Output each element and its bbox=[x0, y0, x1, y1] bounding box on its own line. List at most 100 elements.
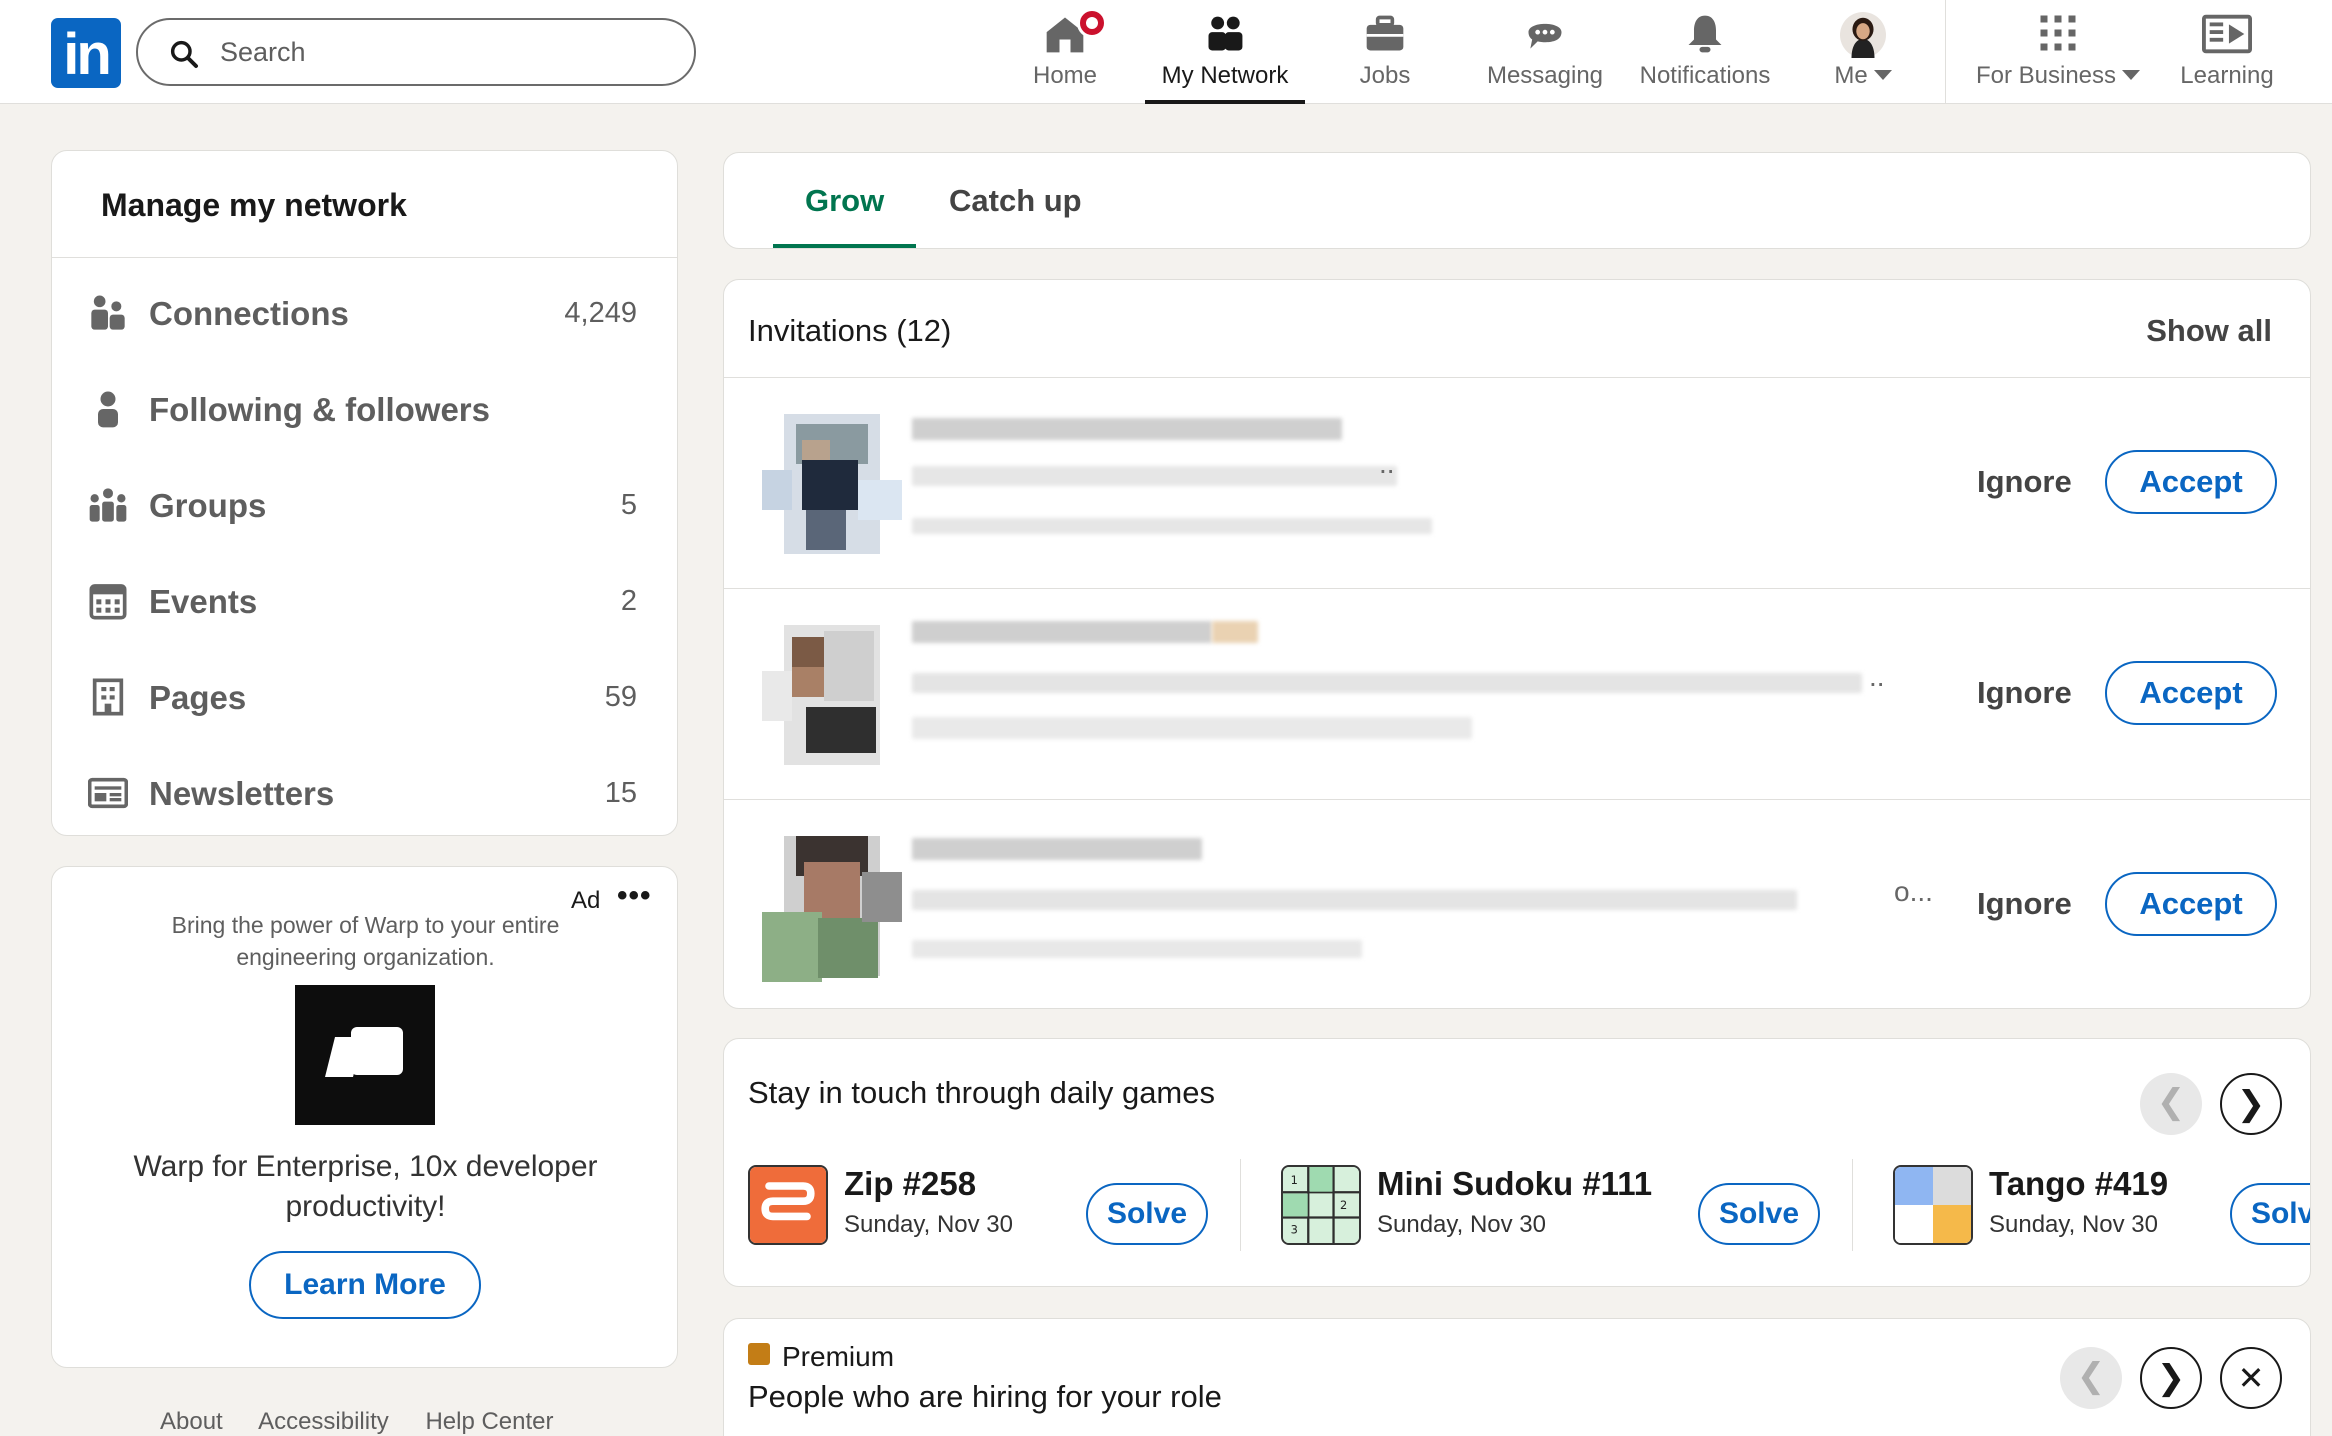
warp-logo-icon[interactable] bbox=[295, 985, 435, 1125]
footer-link-help-center[interactable]: Help Center bbox=[425, 1408, 553, 1435]
more-options-icon[interactable]: ••• bbox=[617, 879, 652, 913]
footer-link-about[interactable]: About bbox=[160, 1408, 223, 1435]
avatar[interactable] bbox=[762, 400, 902, 565]
briefcase-icon bbox=[1366, 15, 1404, 51]
manage-item-newsletters[interactable]: Newsletters 15 bbox=[52, 745, 677, 841]
daily-games-card: Stay in touch through daily games ❮ ❯ Zi… bbox=[723, 1038, 2311, 1287]
nav-my-network-label: My Network bbox=[1161, 62, 1289, 89]
carousel-next-button[interactable]: ❯ bbox=[2220, 1073, 2282, 1135]
manage-item-following[interactable]: Following & followers bbox=[52, 361, 677, 457]
game-tango[interactable]: Tango #419 Sunday, Nov 30 bbox=[1893, 1165, 2193, 1247]
accept-button[interactable]: Accept bbox=[2105, 872, 2277, 936]
solve-button[interactable]: Solve bbox=[1698, 1183, 1820, 1245]
nav-notifications[interactable]: Notifications bbox=[1630, 0, 1780, 104]
manage-item-label: Newsletters bbox=[149, 775, 335, 812]
carousel-prev-button[interactable]: ❮ bbox=[2140, 1073, 2202, 1135]
nav-me[interactable]: Me bbox=[1825, 0, 1901, 104]
newsletter-icon bbox=[88, 777, 128, 809]
notification-badge bbox=[1077, 8, 1107, 38]
invitee-name[interactable] bbox=[912, 621, 1212, 643]
invitee-headline bbox=[912, 890, 1797, 910]
avatar bbox=[1840, 12, 1886, 58]
manage-item-count: 5 bbox=[620, 489, 637, 521]
game-mini-sudoku[interactable]: 1 2 3 Mini Sudoku #111 Sunday, Nov 30 bbox=[1281, 1165, 1652, 1247]
ad-headline[interactable]: Warp for Enterprise, 10x developer produ… bbox=[92, 1147, 639, 1227]
ignore-button[interactable]: Ignore bbox=[1977, 675, 2072, 711]
divider bbox=[1852, 1159, 1853, 1251]
nav-my-network[interactable]: My Network bbox=[1145, 0, 1305, 104]
linkedin-logo-icon[interactable]: in bbox=[51, 18, 121, 88]
invitations-card: Invitations (12) Show all .. Ignore Acce… bbox=[723, 279, 2311, 1009]
svg-text:1: 1 bbox=[1291, 1173, 1298, 1187]
invitation-row: .. Ignore Accept bbox=[724, 589, 2310, 799]
active-tab-indicator bbox=[773, 244, 916, 248]
tango-game-icon bbox=[1893, 1165, 1973, 1245]
divider bbox=[52, 257, 677, 258]
manage-network-card: Manage my network Connections 4,249 Foll… bbox=[51, 150, 678, 836]
invitations-title: Invitations (12) bbox=[748, 313, 952, 348]
person-icon bbox=[98, 391, 118, 428]
nav-for-business[interactable]: For Business bbox=[1968, 0, 2148, 104]
show-all-link[interactable]: Show all bbox=[2146, 313, 2272, 349]
tab-grow[interactable]: Grow bbox=[805, 183, 884, 219]
invitee-headline bbox=[912, 673, 1862, 693]
footer-links: About Accessibility Help Center bbox=[160, 1408, 584, 1436]
nav-for-business-label: For Business bbox=[1968, 62, 2148, 90]
invitee-name[interactable] bbox=[912, 418, 1342, 440]
premium-title: People who are hiring for your role bbox=[748, 1379, 1222, 1414]
groups-icon bbox=[89, 488, 127, 522]
accept-button[interactable]: Accept bbox=[2105, 450, 2277, 514]
close-icon[interactable]: ✕ bbox=[2220, 1347, 2282, 1409]
solve-button[interactable]: Solve bbox=[1086, 1183, 1208, 1245]
learning-icon bbox=[2202, 14, 2252, 54]
manage-item-groups[interactable]: Groups 5 bbox=[52, 457, 677, 553]
nav-home[interactable]: Home bbox=[1025, 0, 1107, 104]
manage-item-label: Groups bbox=[149, 487, 267, 524]
invitation-row: o... Ignore Accept bbox=[724, 800, 2310, 1010]
carousel-prev-button[interactable]: ❮ bbox=[2060, 1347, 2122, 1409]
svg-text:2: 2 bbox=[1340, 1198, 1347, 1212]
truncation-ellipsis: o... bbox=[1894, 876, 1933, 907]
calendar-icon bbox=[89, 584, 127, 620]
learn-more-button[interactable]: Learn More bbox=[249, 1251, 481, 1319]
accept-button[interactable]: Accept bbox=[2105, 661, 2277, 725]
invitee-mutual bbox=[912, 518, 1432, 534]
connections-icon bbox=[91, 295, 125, 330]
ad-text: Bring the power of Warp to your entire e… bbox=[171, 912, 560, 970]
manage-item-label: Pages bbox=[149, 679, 247, 716]
zip-game-icon bbox=[748, 1165, 828, 1245]
truncation-ellipsis: .. bbox=[1379, 448, 1395, 479]
game-name: Zip #258 bbox=[844, 1165, 977, 1202]
search-input[interactable] bbox=[220, 32, 660, 72]
ignore-button[interactable]: Ignore bbox=[1977, 464, 2072, 500]
carousel-next-button[interactable]: ❯ bbox=[2140, 1347, 2202, 1409]
invitee-name[interactable] bbox=[912, 838, 1202, 860]
manage-item-label: Events bbox=[149, 583, 258, 620]
invitee-name-emoji bbox=[1212, 621, 1258, 643]
sudoku-game-icon: 1 2 3 bbox=[1281, 1165, 1361, 1245]
invitee-mutual bbox=[912, 717, 1472, 739]
building-icon bbox=[92, 678, 124, 716]
bell-icon bbox=[1688, 15, 1722, 53]
chevron-down-icon bbox=[1873, 70, 1892, 80]
ignore-button[interactable]: Ignore bbox=[1977, 886, 2072, 922]
avatar[interactable] bbox=[762, 822, 902, 987]
manage-item-count: 4,249 bbox=[564, 297, 637, 329]
avatar[interactable] bbox=[762, 611, 902, 776]
nav-learning-label: Learning bbox=[2180, 62, 2274, 89]
nav-messaging-label: Messaging bbox=[1486, 62, 1604, 89]
solve-button[interactable]: Solve bbox=[2230, 1183, 2310, 1245]
manage-item-events[interactable]: Events 2 bbox=[52, 553, 677, 649]
search-box[interactable] bbox=[136, 18, 696, 86]
nav-messaging[interactable]: Messaging bbox=[1480, 0, 1610, 104]
nav-jobs[interactable]: Jobs bbox=[1345, 0, 1425, 104]
manage-item-connections[interactable]: Connections 4,249 bbox=[52, 265, 677, 361]
my-network-icon bbox=[1208, 16, 1243, 51]
invitation-row: .. Ignore Accept bbox=[724, 378, 2310, 588]
tab-catch-up[interactable]: Catch up bbox=[949, 183, 1082, 219]
nav-learning[interactable]: Learning bbox=[2172, 0, 2282, 104]
manage-item-pages[interactable]: Pages 59 bbox=[52, 649, 677, 745]
manage-item-count: 15 bbox=[604, 777, 637, 809]
footer-link-accessibility[interactable]: Accessibility bbox=[258, 1408, 389, 1435]
game-zip[interactable]: Zip #258 Sunday, Nov 30 bbox=[748, 1165, 1068, 1247]
